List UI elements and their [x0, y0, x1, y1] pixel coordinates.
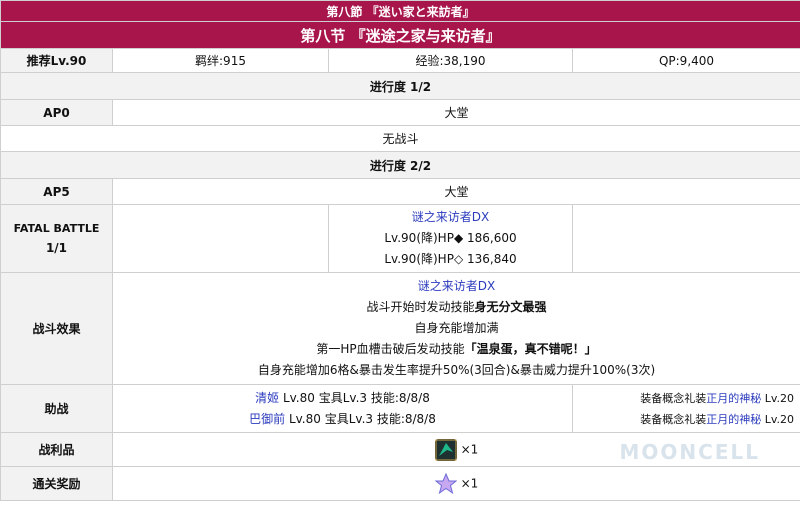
- fatal-battle-label: FATAL BATTLE 1/1: [0, 204, 113, 273]
- effects-cell: 谜之来访者DX 战斗开始时发动技能身无分文最强 自身充能增加满 第一HP血槽击破…: [112, 272, 800, 385]
- fatal-empty-right: [572, 204, 800, 273]
- drops-label: 战利品: [0, 432, 113, 467]
- progress2-row: 进行度 2/2: [0, 151, 800, 179]
- fatal-enemy-cell: 谜之来访者DX Lv.90(降)HP◆ 186,600 Lv.90(降)HP◇ …: [328, 204, 573, 273]
- cn-title: 第八节 『迷途之家与来访者』: [0, 21, 800, 49]
- support-ces: 装备概念礼装正月的神秘 Lv.20 装备概念礼装正月的神秘 Lv.20: [572, 384, 800, 433]
- support-servants: 清姬 Lv.80 宝具Lv.3 技能:8/8/8 巴御前 Lv.80 宝具Lv.…: [112, 384, 573, 433]
- jp-title-row: 第八節 『迷い家と来訪者』: [0, 0, 800, 22]
- effects-enemy-link[interactable]: 谜之来访者DX: [119, 276, 794, 297]
- cn-title-row: 第八节 『迷途之家与来访者』: [0, 21, 800, 49]
- servant-1-stats: Lv.80 宝具Lv.3 技能:8/8/8: [279, 390, 430, 405]
- effects-row: 战斗效果 谜之来访者DX 战斗开始时发动技能身无分文最强 自身充能增加满 第一H…: [0, 272, 800, 385]
- saint-quartz-icon[interactable]: [434, 472, 458, 495]
- ce-1-level: Lv.20: [761, 391, 794, 405]
- progress2-label: 进行度 2/2: [0, 151, 800, 179]
- support-servant-1: 清姬 Lv.80 宝具Lv.3 技能:8/8/8: [119, 388, 566, 409]
- material-item-icon[interactable]: [434, 438, 457, 461]
- info-row: 推荐Lv.90 羁绊:915 经验:38,190 QP:9,400: [0, 48, 800, 73]
- ce-1-link[interactable]: 正月的神秘: [706, 392, 761, 405]
- support-servant-2: 巴御前 Lv.80 宝具Lv.3 技能:8/8/8: [119, 409, 566, 430]
- ce-2-prefix: 装备概念礼装: [640, 412, 707, 426]
- reward-cell: ×1: [112, 466, 800, 501]
- exp-value: 经验:38,190: [328, 48, 573, 73]
- quartz-shape: [434, 472, 458, 494]
- ap5-label: AP5: [0, 178, 113, 205]
- fatal-battle-count: 1/1: [45, 240, 68, 255]
- reward-row: 通关奖励 ×1: [0, 466, 800, 501]
- progress1-label: 进行度 1/2: [0, 72, 800, 100]
- ap5-location: 大堂: [112, 178, 800, 205]
- fatal-battle-row: FATAL BATTLE 1/1 谜之来访者DX Lv.90(降)HP◆ 186…: [0, 204, 800, 273]
- recommend-level: 推荐Lv.90: [0, 48, 113, 73]
- reward-label: 通关奖励: [0, 466, 113, 501]
- no-battle-row: 无战斗: [0, 125, 800, 152]
- enemy-hp1: Lv.90(降)HP◆ 186,600: [384, 231, 517, 245]
- ce-2-link[interactable]: 正月的神秘: [706, 413, 761, 426]
- ap0-location: 大堂: [112, 99, 800, 126]
- effects-skill2: 「温泉蛋，真不错呢！」: [464, 342, 597, 356]
- ap0-label: AP0: [0, 99, 113, 126]
- effects-line2: 自身充能增加满: [414, 321, 499, 335]
- enemy-name-link[interactable]: 谜之来访者DX: [335, 207, 566, 228]
- support-row: 助战 清姬 Lv.80 宝具Lv.3 技能:8/8/8 巴御前 Lv.80 宝具…: [0, 384, 800, 433]
- servant-1-link[interactable]: 清姬: [255, 391, 279, 405]
- quest-table: 第八節 『迷い家と来訪者』 第八节 『迷途之家与来访者』 推荐Lv.90 羁绊:…: [0, 0, 800, 501]
- material-shape: [435, 439, 457, 460]
- effects-line1: 战斗开始时发动技能身无分文最强: [119, 297, 794, 318]
- bond-value: 羁绊:915: [112, 48, 329, 73]
- enemy-hp2: Lv.90(降)HP◇ 136,840: [384, 252, 517, 266]
- support-label: 助战: [0, 384, 113, 433]
- effects-label: 战斗效果: [0, 272, 113, 385]
- effects-line3: 第一HP血槽击破后发动技能「温泉蛋，真不错呢！」: [119, 339, 794, 360]
- drops-cell: ×1: [112, 432, 800, 467]
- quest-page: 第八節 『迷い家と来訪者』 第八节 『迷途之家与来访者』 推荐Lv.90 羁绊:…: [0, 0, 800, 510]
- servant-2-stats: Lv.80 宝具Lv.3 技能:8/8/8: [285, 411, 436, 426]
- qp-value: QP:9,400: [572, 48, 800, 73]
- drops-row: 战利品 ×1: [0, 432, 800, 467]
- fatal-empty-left: [112, 204, 329, 273]
- effects-line3-text: 第一HP血槽击破后发动技能: [316, 342, 465, 356]
- no-battle-text: 无战斗: [0, 125, 800, 152]
- effects-line4: 自身充能增加6格&暴击发生率提升50%(3回合)&暴击威力提升100%(3次): [257, 363, 656, 377]
- effects-skill1: 身无分文最强: [474, 300, 547, 314]
- ce-2-level: Lv.20: [761, 412, 794, 426]
- ap0-row: AP0 大堂: [0, 99, 800, 126]
- ce-1-prefix: 装备概念礼装: [640, 391, 707, 405]
- effects-line1-text: 战斗开始时发动技能: [366, 300, 475, 314]
- support-ce-2: 装备概念礼装正月的神秘 Lv.20: [579, 409, 794, 430]
- jp-title: 第八節 『迷い家と来訪者』: [0, 0, 800, 22]
- fatal-battle-title: FATAL BATTLE: [13, 221, 100, 235]
- ap5-row: AP5 大堂: [0, 178, 800, 205]
- servant-2-link[interactable]: 巴御前: [249, 412, 285, 426]
- reward-quantity: ×1: [460, 476, 479, 490]
- support-ce-1: 装备概念礼装正月的神秘 Lv.20: [579, 388, 794, 409]
- progress1-row: 进行度 1/2: [0, 72, 800, 100]
- drops-quantity: ×1: [460, 442, 479, 456]
